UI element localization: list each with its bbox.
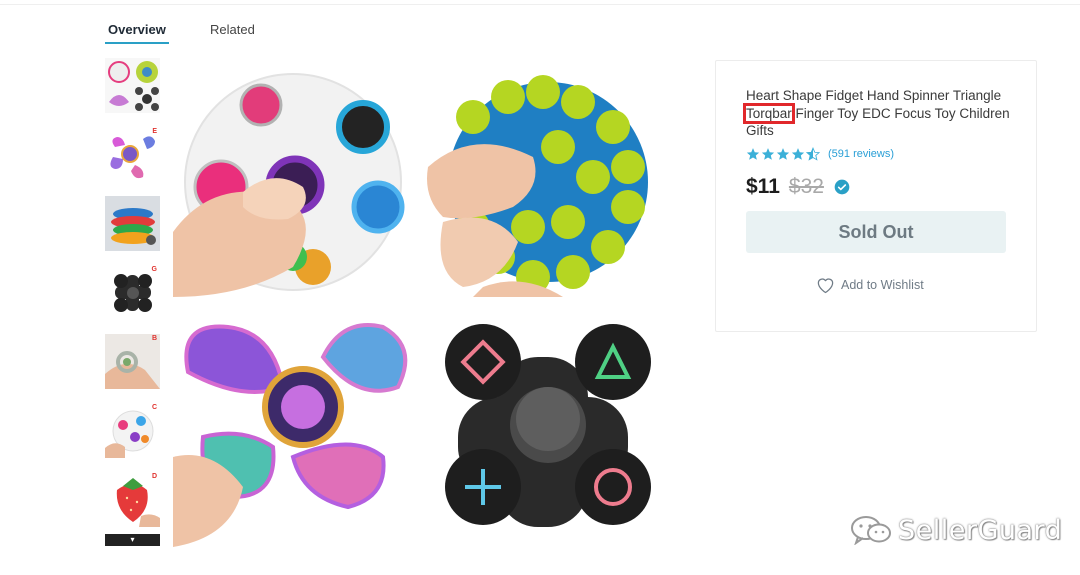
wishlist-label: Add to Wishlist bbox=[841, 278, 924, 292]
tab-related[interactable]: Related bbox=[210, 22, 255, 37]
watermark: SellerGuard bbox=[850, 513, 1062, 547]
thumbnail-heart-spinner[interactable]: E bbox=[105, 127, 160, 182]
thumbnail-letter: D bbox=[151, 473, 157, 480]
star-icon bbox=[776, 148, 790, 160]
thumbnail-spinner-stack[interactable] bbox=[105, 196, 160, 251]
verified-check-icon bbox=[834, 179, 850, 195]
rating-row: (591 reviews) bbox=[746, 145, 894, 163]
thumbnail-letter: E bbox=[152, 128, 157, 135]
thumbnail-squishy-strawberry[interactable]: D bbox=[105, 472, 160, 527]
star-icon bbox=[761, 148, 775, 160]
thumbnails-scroll-down-button[interactable]: ▾ bbox=[105, 534, 160, 546]
price-row: $11 $32 bbox=[746, 173, 850, 201]
add-to-wishlist-button[interactable]: Add to Wishlist bbox=[816, 275, 924, 295]
tab-overview[interactable]: Overview bbox=[105, 22, 169, 44]
rainbow-ball-image bbox=[173, 57, 413, 297]
current-price: $11 bbox=[746, 175, 780, 198]
product-title-part: Heart Shape Fidget Hand Spinner Triangle bbox=[746, 88, 1002, 103]
wechat-logo-icon bbox=[851, 516, 891, 545]
main-product-image bbox=[173, 57, 665, 547]
star-icon bbox=[791, 148, 805, 160]
original-price: $32 bbox=[788, 175, 824, 198]
thumbnail-collage[interactable] bbox=[105, 58, 160, 113]
mesh-ball-image bbox=[418, 57, 665, 297]
heart-icon bbox=[817, 278, 834, 294]
thumbnail-letter: B bbox=[151, 335, 157, 342]
heart-spinner-image bbox=[173, 302, 413, 547]
thumbnail-fidget-ring[interactable]: B bbox=[105, 334, 160, 389]
watermark-text: SellerGuard bbox=[898, 514, 1063, 546]
thumbnail-puzzle-ball[interactable]: C bbox=[105, 403, 160, 458]
sold-out-button[interactable]: Sold Out bbox=[746, 211, 1006, 253]
thumbnail-letter: C bbox=[151, 404, 157, 411]
star-icon bbox=[746, 148, 760, 160]
controller-spinner-image bbox=[418, 302, 665, 547]
thumbnail-letter: G bbox=[151, 266, 157, 273]
product-title: Heart Shape Fidget Hand Spinner Triangle… bbox=[743, 87, 1011, 140]
thumbnail-controller-spinner[interactable]: G bbox=[105, 265, 160, 320]
product-info-card: Heart Shape Fidget Hand Spinner Triangle… bbox=[715, 60, 1037, 332]
reviews-link[interactable]: (591 reviews) bbox=[828, 148, 894, 160]
half-star-icon bbox=[806, 147, 820, 161]
top-divider bbox=[0, 4, 1080, 5]
highlighted-brand-term: Torqbar bbox=[743, 102, 795, 124]
star-rating bbox=[746, 147, 821, 161]
